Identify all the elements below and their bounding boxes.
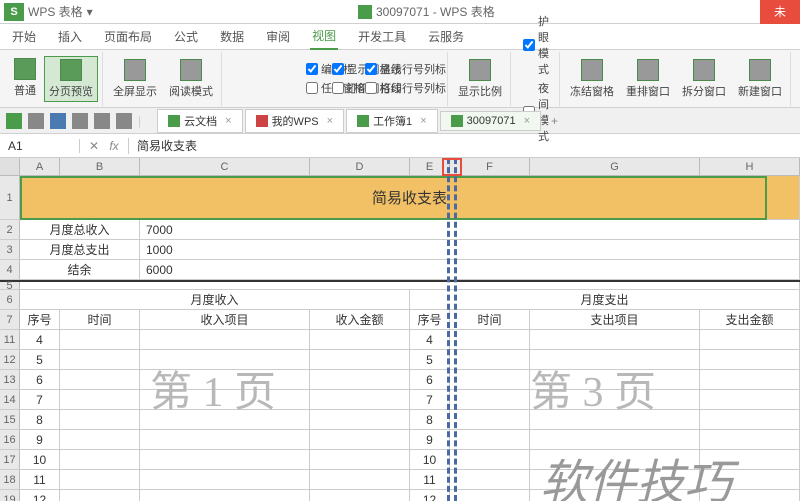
newwin-button[interactable]: 新建窗口: [734, 57, 786, 101]
cell-seq[interactable]: 6: [20, 370, 60, 389]
cell-seq2[interactable]: 10: [410, 450, 450, 469]
cell-seq[interactable]: 4: [20, 330, 60, 349]
cell-seq[interactable]: 7: [20, 390, 60, 409]
row-19[interactable]: 19: [0, 490, 20, 501]
zoom-button[interactable]: 显示比例: [454, 57, 506, 101]
menu-formula[interactable]: 公式: [172, 24, 200, 49]
menu-insert[interactable]: 插入: [56, 24, 84, 49]
tab-cloud[interactable]: 云文档×: [157, 109, 242, 133]
cell-seq[interactable]: 9: [20, 430, 60, 449]
row-16[interactable]: 16: [0, 430, 20, 449]
tab-workbook1[interactable]: 工作簿1×: [346, 109, 438, 133]
cell-r4-value[interactable]: 6000: [140, 260, 800, 279]
cell-r3-label[interactable]: 月度总支出: [20, 240, 140, 259]
app-name: WPS 表格: [28, 3, 83, 20]
close-button[interactable]: 未: [760, 0, 800, 24]
row-2[interactable]: 2: [0, 220, 20, 239]
qb-new-icon[interactable]: [6, 113, 22, 129]
tab-mywps[interactable]: 我的WPS×: [245, 109, 345, 133]
chk-eyecare[interactable]: 护眼模式: [523, 13, 549, 77]
cell-seq2[interactable]: 5: [410, 350, 450, 369]
col-d[interactable]: D: [310, 158, 410, 175]
chk-rowcol[interactable]: 显示行号列标: [365, 61, 446, 77]
menu-devtools[interactable]: 开发工具: [356, 24, 408, 49]
row-6[interactable]: 6: [0, 290, 20, 309]
sheet-area[interactable]: A B C D E F G H 1 简易收支表 2 月度总收入 7000 3 月…: [0, 158, 800, 501]
col-c[interactable]: C: [140, 158, 310, 175]
cell-seq2[interactable]: 6: [410, 370, 450, 389]
row-4[interactable]: 4: [0, 260, 20, 279]
view-normal-button[interactable]: 普通: [10, 56, 40, 102]
col-h[interactable]: H: [700, 158, 800, 175]
menu-cloud[interactable]: 云服务: [426, 24, 466, 49]
cell-r3-value[interactable]: 1000: [140, 240, 800, 259]
cell-seq[interactable]: 11: [20, 470, 60, 489]
cell-r2-label[interactable]: 月度总收入: [20, 220, 140, 239]
fullscreen-button[interactable]: 全屏显示: [109, 57, 161, 101]
hdr-income[interactable]: 月度收入: [20, 290, 410, 309]
menubar: 开始 插入 页面布局 公式 数据 审阅 视图 开发工具 云服务: [0, 24, 800, 50]
cell-seq2[interactable]: 12: [410, 490, 450, 501]
qb-undo-icon[interactable]: [94, 113, 110, 129]
row-15[interactable]: 15: [0, 410, 20, 429]
row-5[interactable]: 5: [0, 282, 20, 289]
split-button[interactable]: 拆分窗口: [678, 57, 730, 101]
row-1[interactable]: 1: [0, 176, 20, 219]
row-17[interactable]: 17: [0, 450, 20, 469]
row-7[interactable]: 7: [0, 310, 20, 329]
cell-seq[interactable]: 8: [20, 410, 60, 429]
cell-seq[interactable]: 10: [20, 450, 60, 469]
cell-seq2[interactable]: 9: [410, 430, 450, 449]
quickbar: | 云文档× 我的WPS× 工作簿1× 30097071× +: [0, 108, 800, 134]
qb-save-icon[interactable]: [50, 113, 66, 129]
menu-layout[interactable]: 页面布局: [102, 24, 154, 49]
app-logo: S: [4, 3, 24, 21]
col-e[interactable]: E: [410, 158, 450, 175]
row-3[interactable]: 3: [0, 240, 20, 259]
row-13[interactable]: 13: [0, 370, 20, 389]
reading-mode-button[interactable]: 阅读模式: [165, 57, 217, 101]
ribbon: 普通 分页预览 全屏显示 阅读模式 编辑栏 任务窗格 显示网格线 打印网格线 显…: [0, 50, 800, 108]
chk-printrowcol[interactable]: 打印行号列标: [365, 80, 446, 96]
col-a[interactable]: A: [20, 158, 60, 175]
rearrange-button[interactable]: 重排窗口: [622, 57, 674, 101]
title-cell[interactable]: 简易收支表: [20, 176, 800, 219]
hdr-expense[interactable]: 月度支出: [410, 290, 800, 309]
view-pagebreak-button[interactable]: 分页预览: [44, 56, 98, 102]
doc-title: 30097071 - WPS 表格: [376, 3, 495, 20]
formula-input[interactable]: 简易收支表: [129, 137, 800, 154]
qb-open-icon[interactable]: [28, 113, 44, 129]
doc-icon: [358, 5, 372, 19]
col-b[interactable]: B: [60, 158, 140, 175]
fx-cancel-icon[interactable]: ✕: [86, 138, 102, 154]
tab-add-button[interactable]: +: [543, 111, 566, 131]
formula-bar: A1 ✕ fx 简易收支表: [0, 134, 800, 158]
cell-r4-label[interactable]: 结余: [20, 260, 140, 279]
cell-r2-value[interactable]: 7000: [140, 220, 800, 239]
cell-seq2[interactable]: 11: [410, 470, 450, 489]
col-g[interactable]: G: [530, 158, 700, 175]
menu-start[interactable]: 开始: [10, 24, 38, 49]
fx-function-icon[interactable]: fx: [106, 138, 122, 154]
menu-data[interactable]: 数据: [218, 24, 246, 49]
qb-print-icon[interactable]: [72, 113, 88, 129]
col-f[interactable]: F: [450, 158, 530, 175]
freeze-button[interactable]: 冻结窗格: [566, 57, 618, 101]
menu-view[interactable]: 视图: [310, 23, 338, 50]
cell-seq2[interactable]: 8: [410, 410, 450, 429]
qb-redo-icon[interactable]: [116, 113, 132, 129]
menu-review[interactable]: 审阅: [264, 24, 292, 49]
row-12[interactable]: 12: [0, 350, 20, 369]
row-14[interactable]: 14: [0, 390, 20, 409]
cell-seq[interactable]: 5: [20, 350, 60, 369]
tab-current[interactable]: 30097071×: [440, 111, 541, 131]
select-all-corner[interactable]: [0, 158, 20, 175]
namebox[interactable]: A1: [0, 139, 80, 153]
cell-seq[interactable]: 12: [20, 490, 60, 501]
row-11[interactable]: 11: [0, 330, 20, 349]
row-18[interactable]: 18: [0, 470, 20, 489]
cell-seq2[interactable]: 7: [410, 390, 450, 409]
cell-seq2[interactable]: 4: [410, 330, 450, 349]
